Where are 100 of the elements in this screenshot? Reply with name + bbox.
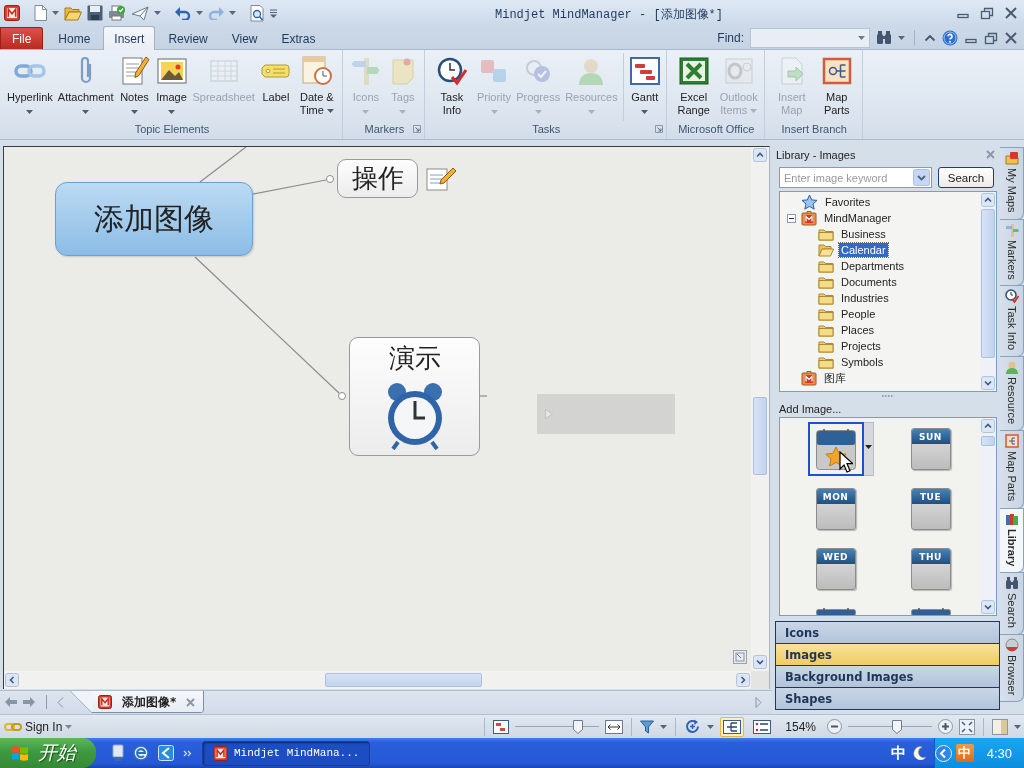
chevron-up-icon[interactable] xyxy=(924,32,936,43)
branch-handle-icon[interactable] xyxy=(326,175,334,183)
ribbon-button[interactable]: Gantt xyxy=(626,53,663,121)
search-field[interactable]: Enter image keyword xyxy=(779,167,932,188)
topic-node[interactable]: 演示 xyxy=(349,337,480,456)
tree-item[interactable]: Places xyxy=(839,323,877,337)
print-preview-icon[interactable] xyxy=(250,4,265,22)
monitor-icon[interactable] xyxy=(112,744,124,762)
ribbon-tab[interactable]: View xyxy=(220,27,269,49)
ribbon-button[interactable]: Hyperlink xyxy=(5,53,55,121)
branch-handle-icon[interactable] xyxy=(338,392,346,400)
dialog-launcher-icon[interactable] xyxy=(412,124,421,133)
ribbon-tab[interactable]: Insert xyxy=(103,26,156,50)
scroll-thumb[interactable] xyxy=(753,397,767,475)
ribbon-button[interactable]: Excel Range xyxy=(671,53,716,121)
forward-arrow-icon[interactable] xyxy=(22,696,36,708)
caret-icon[interactable] xyxy=(229,11,236,15)
ribbon-button[interactable]: Image xyxy=(153,53,190,121)
help-icon[interactable] xyxy=(942,29,958,46)
topic-node[interactable]: 操作 xyxy=(337,159,418,198)
caret-icon[interactable] xyxy=(154,11,161,15)
printer-icon[interactable] xyxy=(108,5,126,21)
moon-icon[interactable] xyxy=(912,746,926,760)
ribbon-button[interactable]: Notes xyxy=(116,53,153,121)
ribbon-button[interactable]: Task Info xyxy=(429,53,474,121)
double-chevron-icon[interactable] xyxy=(183,749,192,757)
image-tile[interactable]: WED xyxy=(807,542,864,596)
vertical-scrollbar[interactable] xyxy=(980,418,996,615)
tree-item[interactable]: Business xyxy=(839,227,888,241)
ribbon-button[interactable]: Date & Time xyxy=(294,53,339,121)
category-button[interactable]: Background Images xyxy=(775,665,1000,688)
tree-item[interactable]: Documents xyxy=(839,275,899,289)
caret-icon[interactable] xyxy=(898,35,905,40)
scroll-down-icon[interactable] xyxy=(981,376,995,390)
tree-item[interactable]: MindManager xyxy=(822,211,894,225)
close-icon[interactable] xyxy=(1004,30,1018,45)
vertical-scrollbar[interactable] xyxy=(980,192,996,391)
zoom-in-icon[interactable] xyxy=(938,719,953,734)
category-button[interactable]: Shapes xyxy=(775,687,1000,710)
tree-item[interactable]: People xyxy=(839,307,878,321)
restore-icon[interactable] xyxy=(980,6,994,20)
image-tile[interactable]: SUN xyxy=(902,422,959,476)
browser-e-icon[interactable] xyxy=(133,745,149,761)
tree-item[interactable]: Calendar xyxy=(839,243,888,257)
tree-item[interactable]: Symbols xyxy=(839,355,886,369)
image-tile[interactable]: MON xyxy=(807,482,864,536)
side-tab[interactable]: Library xyxy=(1000,507,1024,573)
language-indicator[interactable]: 中 xyxy=(890,743,906,763)
ribbon-button[interactable]: Attachment xyxy=(55,53,116,121)
scroll-down-icon[interactable] xyxy=(753,655,767,669)
search-button[interactable]: Search xyxy=(938,167,994,188)
restore-icon[interactable] xyxy=(984,30,998,45)
save-icon[interactable] xyxy=(87,5,103,21)
start-button[interactable]: 开始 xyxy=(0,738,96,768)
image-tile[interactable]: TUE xyxy=(902,482,959,536)
category-button[interactable]: Images xyxy=(775,643,1000,666)
slider-thumb[interactable] xyxy=(892,719,903,734)
circular-arrow-icon[interactable] xyxy=(684,718,702,735)
paper-plane-icon[interactable] xyxy=(131,5,149,21)
chevron-tile-icon[interactable] xyxy=(158,745,174,761)
close-icon[interactable] xyxy=(186,697,196,707)
customize-menu-icon[interactable] xyxy=(270,8,277,18)
collapse-toggle-icon[interactable] xyxy=(787,213,796,223)
show-hidden-icons-icon[interactable] xyxy=(934,744,952,762)
taskbar-button[interactable]: Mindjet MindMana... xyxy=(202,740,371,766)
ribbon-tab[interactable]: Extras xyxy=(270,27,327,49)
tree-item[interactable]: Departments xyxy=(839,259,906,273)
tree-item[interactable]: Projects xyxy=(839,339,883,353)
ribbon-button[interactable]: Label xyxy=(257,53,294,121)
category-button[interactable]: Icons xyxy=(775,621,1000,644)
image-tile[interactable] xyxy=(807,422,864,476)
caret-icon[interactable] xyxy=(196,11,203,15)
vertical-scrollbar[interactable] xyxy=(751,147,769,671)
back-arrow-icon[interactable] xyxy=(4,696,18,708)
central-topic[interactable]: 添加图像 xyxy=(55,182,253,256)
file-tab[interactable]: File xyxy=(0,27,44,49)
scroll-up-icon[interactable] xyxy=(753,148,767,162)
scroll-thumb[interactable] xyxy=(325,673,482,687)
ribbon-button[interactable]: Map Parts xyxy=(814,53,859,121)
undo-icon[interactable] xyxy=(175,6,191,20)
scroll-right-icon[interactable] xyxy=(736,673,750,687)
panel-layout-icon[interactable] xyxy=(992,718,1008,735)
tree-item[interactable]: Industries xyxy=(839,291,891,305)
fit-width-icon[interactable] xyxy=(605,719,624,734)
find-field[interactable] xyxy=(750,27,870,48)
binoculars-icon[interactable] xyxy=(876,31,892,44)
caret-icon[interactable] xyxy=(707,724,715,729)
ribbon-tab[interactable]: Home xyxy=(47,27,102,49)
caret-icon[interactable] xyxy=(660,724,668,729)
horizontal-scrollbar[interactable] xyxy=(4,671,751,689)
document-tab[interactable]: 添加图像* xyxy=(70,691,205,713)
scroll-up-icon[interactable] xyxy=(981,419,995,433)
scroll-thumb[interactable] xyxy=(981,209,995,358)
filter-icon[interactable] xyxy=(640,719,655,734)
tree-item[interactable]: Favorites xyxy=(823,195,873,209)
caret-icon[interactable] xyxy=(1014,724,1021,729)
open-folder-icon[interactable] xyxy=(64,5,82,21)
scroll-left-icon[interactable] xyxy=(5,673,19,687)
app-logo-icon[interactable] xyxy=(4,5,20,21)
scroll-up-icon[interactable] xyxy=(981,193,995,207)
